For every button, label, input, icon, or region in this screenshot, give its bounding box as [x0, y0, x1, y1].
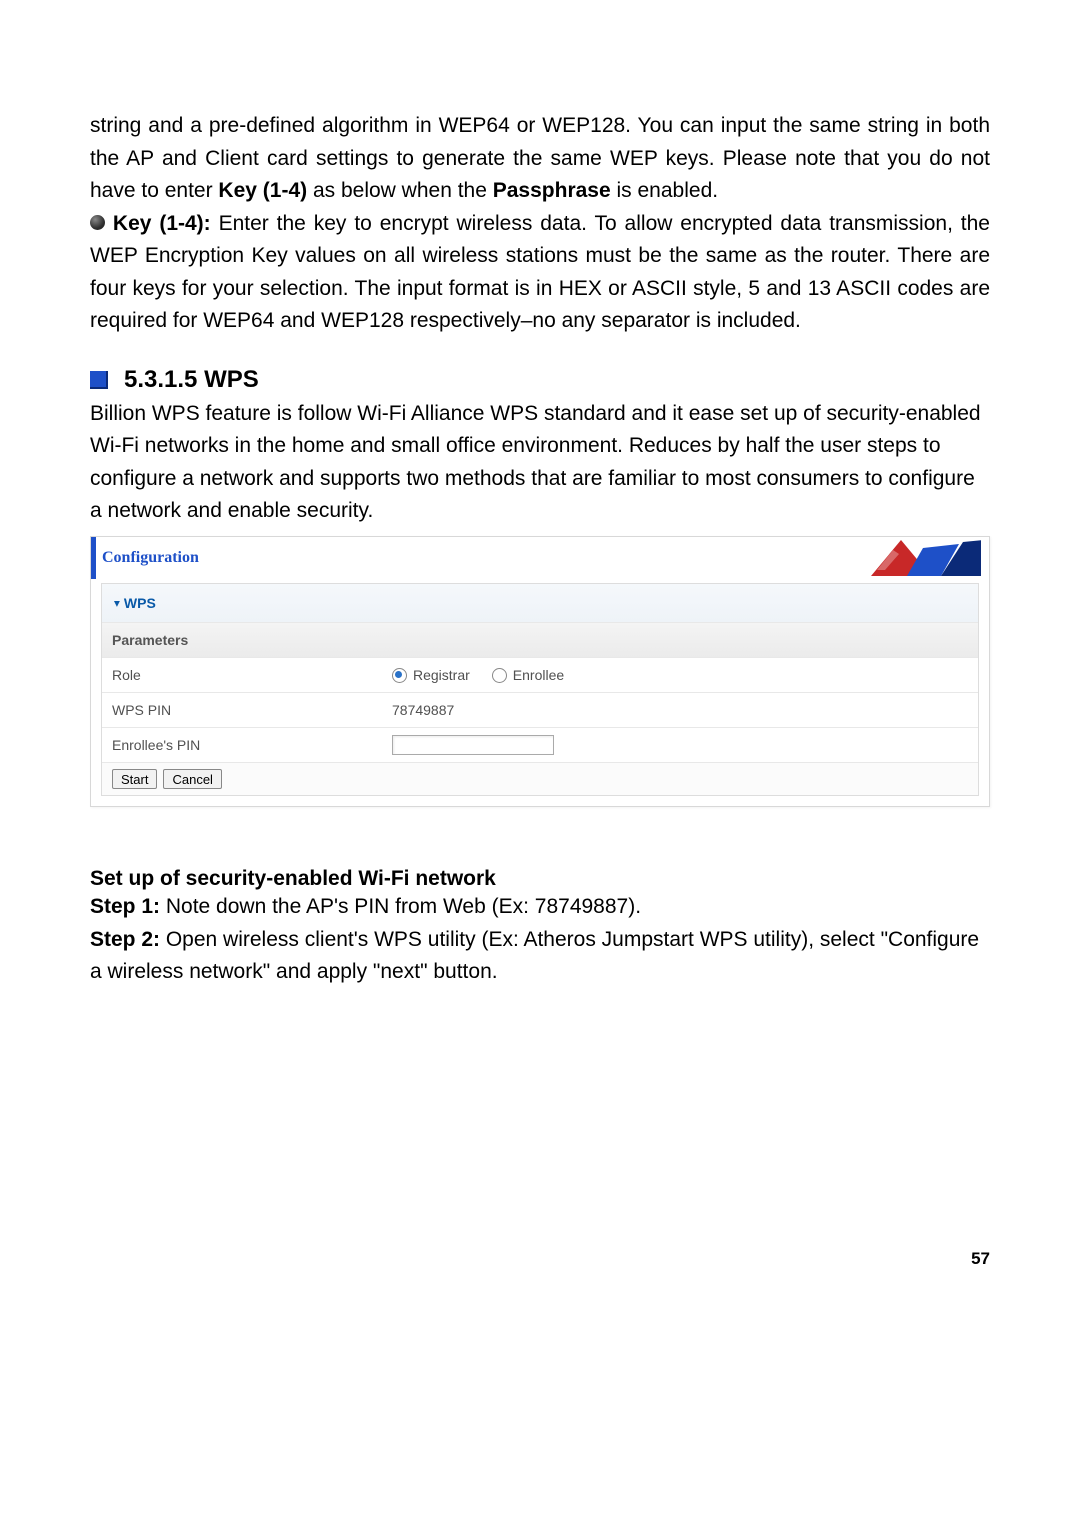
- step-1-label: Step 1:: [90, 895, 160, 918]
- role-enrollee-label: Enrollee: [513, 667, 564, 683]
- step-2: Step 2: Open wireless client's WPS utili…: [90, 924, 990, 989]
- page-number: 57: [90, 1249, 990, 1269]
- button-row: Start Cancel: [102, 763, 978, 795]
- wps-pin-value: 78749887: [392, 702, 968, 718]
- wps-intro-paragraph: Billion WPS feature is follow Wi-Fi Alli…: [90, 398, 990, 528]
- paragraph-wep-intro-continued: string and a pre-defined algorithm in WE…: [90, 110, 990, 208]
- paragraph-key-1-4: Key (1-4): Enter the key to encrypt wire…: [90, 208, 990, 338]
- setup-heading: Set up of security-enabled Wi-Fi network: [90, 867, 990, 891]
- configuration-title: Configuration: [102, 549, 199, 567]
- cancel-button[interactable]: Cancel: [163, 769, 221, 789]
- blue-square-icon: [90, 371, 108, 389]
- bullet-label: Key (1-4):: [113, 212, 211, 235]
- step-2-text: Open wireless client's WPS utility (Ex: …: [90, 928, 979, 984]
- enrollee-pin-label: Enrollee's PIN: [112, 737, 392, 753]
- step-2-label: Step 2:: [90, 928, 160, 951]
- enrollee-pin-row: Enrollee's PIN: [102, 728, 978, 763]
- configuration-panel: Configuration ▲WPS Parameters Role: [90, 536, 990, 807]
- text-bold: Passphrase: [493, 179, 611, 202]
- text: as below when the: [307, 179, 493, 202]
- role-enrollee-radio[interactable]: [492, 668, 507, 683]
- wps-form: ▲WPS Parameters Role Registrar Enrollee …: [101, 583, 979, 796]
- chevron-down-icon: ▲: [112, 598, 122, 609]
- text-bold: Key (1-4): [218, 179, 307, 202]
- bullet-text: Enter the key to encrypt wireless data. …: [90, 212, 990, 333]
- wps-pin-row: WPS PIN 78749887: [102, 693, 978, 728]
- parameters-header: Parameters: [102, 623, 978, 658]
- start-button[interactable]: Start: [112, 769, 157, 789]
- wps-section-header[interactable]: ▲WPS: [102, 584, 978, 623]
- section-heading-wps: 5.3.1.5 WPS: [90, 366, 990, 394]
- bullet-sphere-icon: [90, 215, 105, 230]
- role-row: Role Registrar Enrollee: [102, 658, 978, 693]
- role-registrar-label: Registrar: [413, 667, 470, 683]
- wps-pin-label: WPS PIN: [112, 702, 392, 718]
- role-label: Role: [112, 667, 392, 683]
- parameters-label: Parameters: [112, 632, 188, 648]
- text: is enabled.: [611, 179, 718, 202]
- configuration-header: Configuration: [91, 537, 989, 579]
- wps-header-label: WPS: [124, 595, 156, 611]
- step-1: Step 1: Note down the AP's PIN from Web …: [90, 891, 990, 924]
- enrollee-pin-input[interactable]: [392, 735, 554, 755]
- heading-text: 5.3.1.5 WPS: [124, 366, 259, 394]
- brand-logo-icon: [871, 540, 981, 576]
- role-registrar-radio[interactable]: [392, 668, 407, 683]
- step-1-text: Note down the AP's PIN from Web (Ex: 787…: [160, 895, 641, 918]
